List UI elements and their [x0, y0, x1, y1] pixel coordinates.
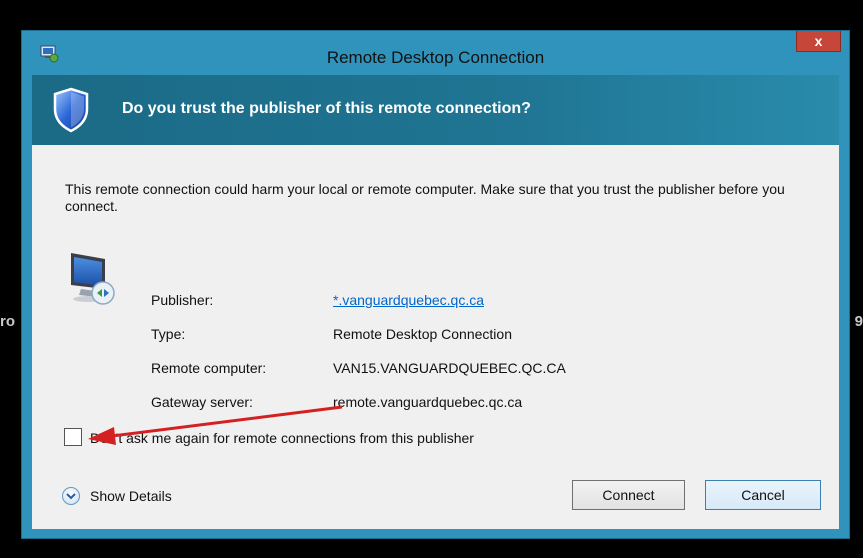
trust-header: Do you trust the publisher of this remot…: [32, 75, 839, 145]
type-label: Type:: [151, 326, 186, 342]
remote-computer-label: Remote computer:: [151, 360, 267, 376]
dialog-content: This remote connection could harm your l…: [32, 145, 839, 529]
dont-ask-again-checkbox[interactable]: [64, 428, 82, 446]
shield-icon: [52, 87, 90, 133]
computer-icon: [67, 249, 121, 311]
gateway-server-label: Gateway server:: [151, 394, 253, 410]
background-edge-text-right: 9: [854, 313, 863, 330]
remote-desktop-dialog: Remote Desktop Connection x Do you trust…: [21, 30, 850, 539]
type-value: Remote Desktop Connection: [333, 326, 512, 342]
close-button[interactable]: x: [796, 31, 841, 52]
close-icon: x: [814, 33, 823, 49]
publisher-link[interactable]: *.vanguardquebec.qc.ca: [333, 292, 484, 308]
show-details-label[interactable]: Show Details: [90, 488, 172, 504]
window-title: Remote Desktop Connection: [326, 48, 545, 67]
show-details-toggle[interactable]: Show Details: [62, 487, 172, 505]
title-bar[interactable]: Remote Desktop Connection x: [22, 31, 849, 74]
dont-ask-again-label[interactable]: Don't ask me again for remote connection…: [90, 430, 474, 446]
cancel-button[interactable]: Cancel: [705, 480, 821, 510]
trust-question: Do you trust the publisher of this remot…: [122, 100, 531, 117]
background-edge-text-left: ro: [0, 313, 15, 330]
gateway-server-value: remote.vanguardquebec.qc.ca: [333, 394, 523, 410]
remote-computer-value: VAN15.VANGUARDQUEBEC.QC.CA: [333, 360, 566, 376]
publisher-label: Publisher:: [151, 292, 214, 308]
chevron-down-icon[interactable]: [62, 487, 80, 505]
warning-text: This remote connection could harm your l…: [65, 181, 785, 214]
connect-button[interactable]: Connect: [572, 480, 685, 510]
